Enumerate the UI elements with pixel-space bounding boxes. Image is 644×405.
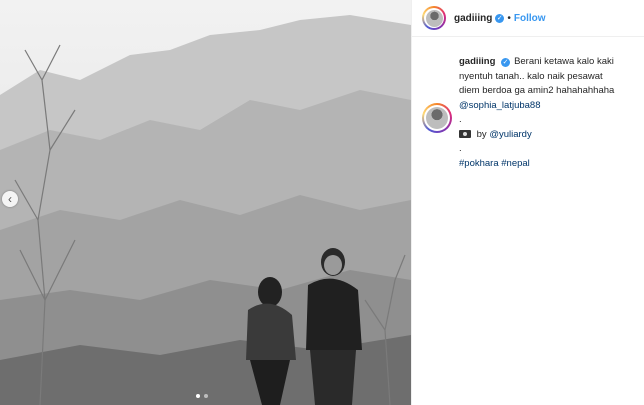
credit-link[interactable]: @yuliardy: [489, 129, 531, 140]
camera-emoji-icon: [459, 129, 471, 138]
hashtag-nepal[interactable]: #nepal: [501, 158, 530, 169]
caption-dot: .: [459, 143, 462, 154]
hashtag-pokhara[interactable]: #pokhara: [459, 158, 499, 169]
verified-badge-icon: ✓: [501, 58, 511, 67]
caption: gadiiing ✓ Berani ketawa kalo kaki nyentu…: [412, 37, 644, 171]
post-photo[interactable]: ‹: [0, 0, 411, 405]
avatar[interactable]: [422, 6, 446, 30]
carousel-dot: [196, 394, 200, 398]
verified-badge-icon: ✓: [495, 13, 505, 23]
caption-username[interactable]: gadiiing: [459, 56, 495, 67]
chevron-left-icon: ‹: [8, 192, 12, 206]
avatar-image: [425, 9, 443, 27]
mountain-landscape-image: [0, 0, 411, 405]
caption-dot: .: [459, 114, 462, 125]
caption-text-line: diem berdoa ga amin2 hahahahhaha: [459, 85, 615, 96]
carousel-dots: [196, 394, 208, 398]
separator: •: [507, 12, 511, 24]
post-side-panel: gadiiing ✓ • Follow gadiiing ✓ Berani ket…: [411, 0, 644, 405]
username-link[interactable]: gadiiing: [454, 13, 492, 24]
mention-link[interactable]: @sophia_latjuba88: [459, 99, 632, 114]
carousel-dot: [204, 394, 208, 398]
caption-text-line: Berani ketawa kalo kaki: [514, 56, 614, 67]
follow-button[interactable]: Follow: [514, 13, 546, 24]
by-label: by: [476, 128, 487, 140]
carousel-prev-button[interactable]: ‹: [2, 191, 18, 207]
caption-text-line: nyentuh tanah.. kalo naik pesawat: [459, 70, 603, 82]
post-header: gadiiing ✓ • Follow: [412, 0, 644, 37]
